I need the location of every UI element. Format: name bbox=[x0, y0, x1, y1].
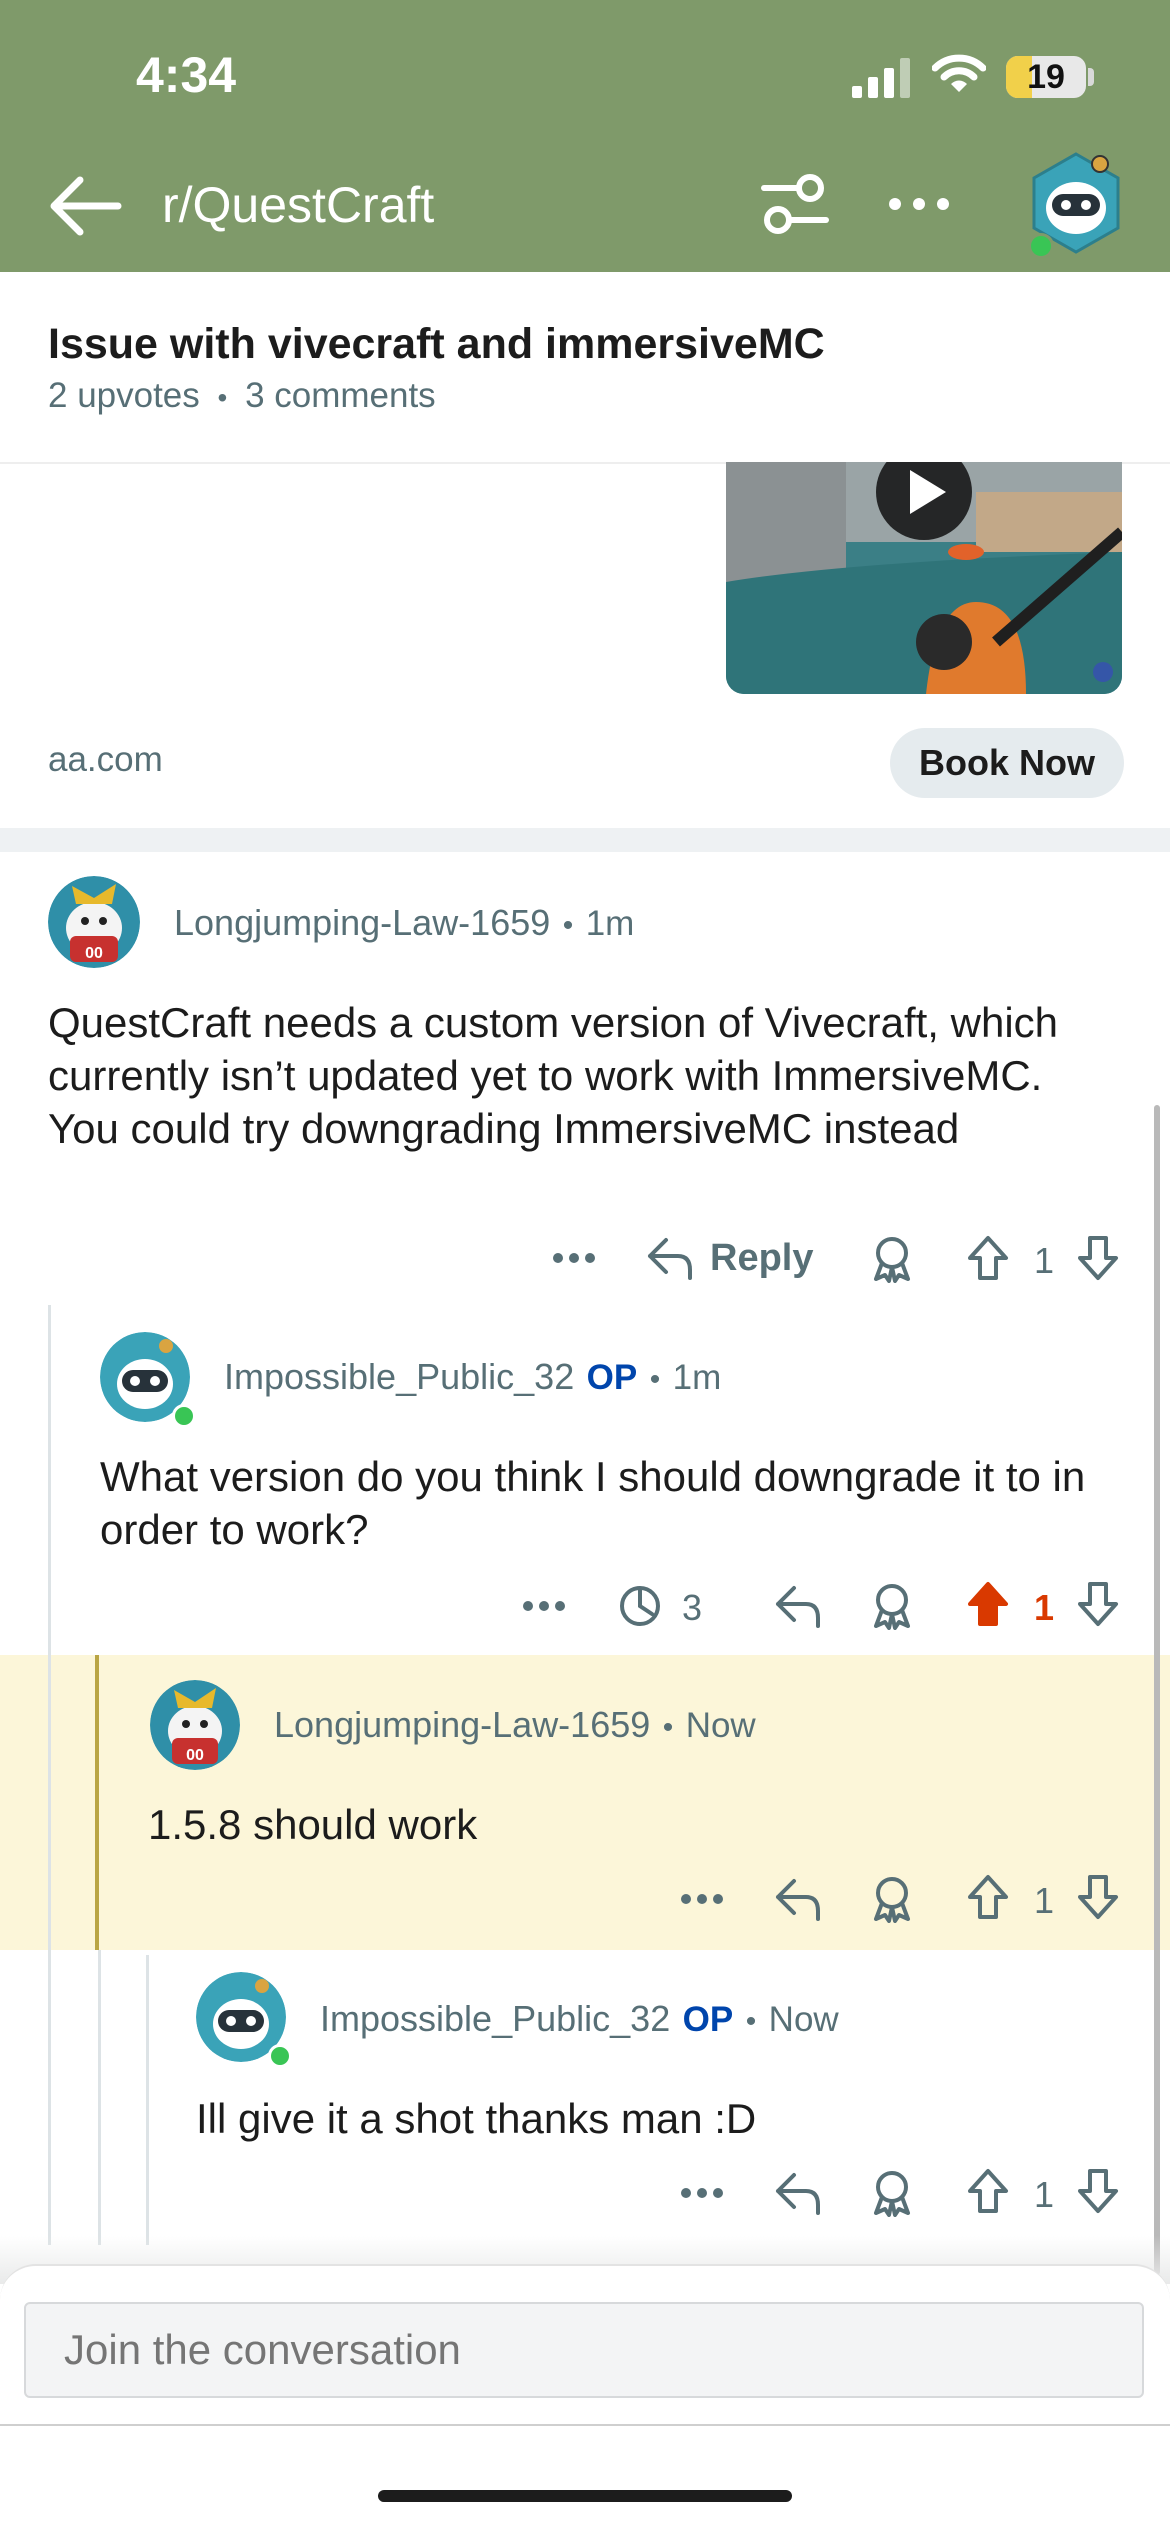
comment-meta: Longjumping-Law-1659 • 1m bbox=[174, 902, 634, 944]
online-indicator bbox=[1028, 233, 1054, 259]
award-icon[interactable] bbox=[870, 1235, 914, 1283]
more-icon[interactable] bbox=[552, 1252, 596, 1264]
comment-author[interactable]: Impossible_Public_32 bbox=[224, 1356, 574, 1397]
upvote-icon[interactable] bbox=[966, 1234, 1010, 1282]
thread-line bbox=[146, 1955, 149, 2245]
upvote-icon[interactable] bbox=[966, 2167, 1010, 2215]
scrollbar[interactable] bbox=[1154, 1105, 1160, 2275]
reply-icon[interactable] bbox=[774, 2171, 822, 2215]
timer-icon[interactable] bbox=[618, 1584, 662, 1628]
downvote-icon[interactable] bbox=[1076, 1580, 1120, 1628]
comment-author[interactable]: Longjumping-Law-1659 bbox=[274, 1704, 650, 1745]
comment-body: What version do you think I should downg… bbox=[100, 1453, 1086, 1553]
comment-body: 1.5.8 should work bbox=[148, 1801, 478, 1848]
downvote-icon[interactable] bbox=[1076, 1234, 1120, 1282]
award-icon[interactable] bbox=[870, 1875, 914, 1923]
meta-separator: • bbox=[217, 382, 228, 413]
svg-text:00: 00 bbox=[85, 945, 103, 962]
comment-meta: Longjumping-Law-1659 • Now bbox=[274, 1704, 756, 1746]
more-icon[interactable] bbox=[680, 2187, 724, 2199]
reply-icon[interactable] bbox=[774, 1584, 822, 1628]
battery-percent: 19 bbox=[1027, 58, 1065, 96]
downvote-icon[interactable] bbox=[1076, 2167, 1120, 2215]
post-comment-count: 3 comments bbox=[245, 376, 436, 415]
upvote-icon[interactable] bbox=[966, 1873, 1010, 1921]
vote-count: 1 bbox=[1034, 1880, 1055, 1921]
online-indicator bbox=[172, 1404, 196, 1428]
comment-meta: Impossible_Public_32 OP • Now bbox=[320, 1998, 839, 2040]
highlight-thread-line bbox=[95, 1655, 99, 1950]
vote-count: 1 bbox=[1034, 1587, 1055, 1628]
comment-body: Ill give it a shot thanks man :D bbox=[196, 2095, 757, 2142]
reply-button[interactable]: Reply bbox=[710, 1237, 813, 1280]
ad-domain[interactable]: aa.com bbox=[48, 740, 163, 780]
upvote-icon-active[interactable] bbox=[966, 1580, 1010, 1628]
reply-icon[interactable] bbox=[774, 1877, 822, 1921]
timer-count: 3 bbox=[682, 1587, 703, 1628]
award-icon[interactable] bbox=[870, 1582, 914, 1630]
comment-time: Now bbox=[685, 1706, 756, 1745]
commenter-avatar[interactable]: 00 bbox=[150, 1680, 240, 1770]
thread-line bbox=[48, 1305, 51, 2245]
comment-author[interactable]: Impossible_Public_32 bbox=[320, 1998, 670, 2039]
meta-separator: • bbox=[745, 2005, 757, 2038]
divider bbox=[0, 2424, 1170, 2426]
more-icon[interactable] bbox=[522, 1600, 566, 1612]
op-badge: OP bbox=[586, 1358, 638, 1397]
online-indicator bbox=[268, 2044, 292, 2068]
ad-video-thumbnail[interactable] bbox=[726, 462, 1122, 694]
meta-separator: • bbox=[649, 1363, 661, 1396]
more-options-icon[interactable] bbox=[888, 190, 950, 218]
wifi-icon bbox=[932, 54, 986, 92]
comment-input[interactable] bbox=[24, 2302, 1144, 2398]
back-arrow-icon[interactable] bbox=[48, 176, 122, 236]
reply-icon[interactable] bbox=[646, 1236, 694, 1280]
cellular-signal-icon bbox=[852, 58, 910, 98]
home-indicator[interactable] bbox=[378, 2490, 792, 2502]
comment-time: Now bbox=[768, 2000, 839, 2039]
comment-body: QuestCraft needs a custom version of Viv… bbox=[48, 999, 1059, 1152]
op-badge: OP bbox=[682, 2000, 734, 2039]
comment-time: 1m bbox=[585, 904, 635, 943]
svg-text:00: 00 bbox=[186, 1747, 204, 1764]
thread-line bbox=[98, 1950, 101, 2245]
post-title[interactable]: Issue with vivecraft and immersiveMC bbox=[48, 320, 825, 369]
subreddit-title[interactable]: r/QuestCraft bbox=[162, 176, 434, 234]
meta-separator: • bbox=[562, 909, 574, 942]
meta-separator: • bbox=[662, 1711, 674, 1744]
comment-meta: Impossible_Public_32 OP • 1m bbox=[224, 1356, 721, 1398]
post-meta: 2 upvotes • 3 comments bbox=[48, 376, 436, 416]
book-now-button[interactable]: Book Now bbox=[890, 728, 1124, 798]
comment-time: 1m bbox=[672, 1358, 722, 1397]
post-upvotes: 2 upvotes bbox=[48, 376, 200, 415]
award-icon[interactable] bbox=[870, 2169, 914, 2217]
battery-cap bbox=[1088, 68, 1094, 86]
section-separator bbox=[0, 828, 1170, 852]
more-icon[interactable] bbox=[680, 1893, 724, 1905]
filter-icon[interactable] bbox=[760, 170, 830, 240]
comment-author[interactable]: Longjumping-Law-1659 bbox=[174, 902, 550, 943]
downvote-icon[interactable] bbox=[1076, 1873, 1120, 1921]
status-time: 4:34 bbox=[136, 47, 237, 103]
commenter-avatar[interactable]: 00 bbox=[48, 876, 140, 968]
vote-count: 1 bbox=[1034, 1240, 1055, 1281]
vote-count: 1 bbox=[1034, 2174, 1055, 2215]
